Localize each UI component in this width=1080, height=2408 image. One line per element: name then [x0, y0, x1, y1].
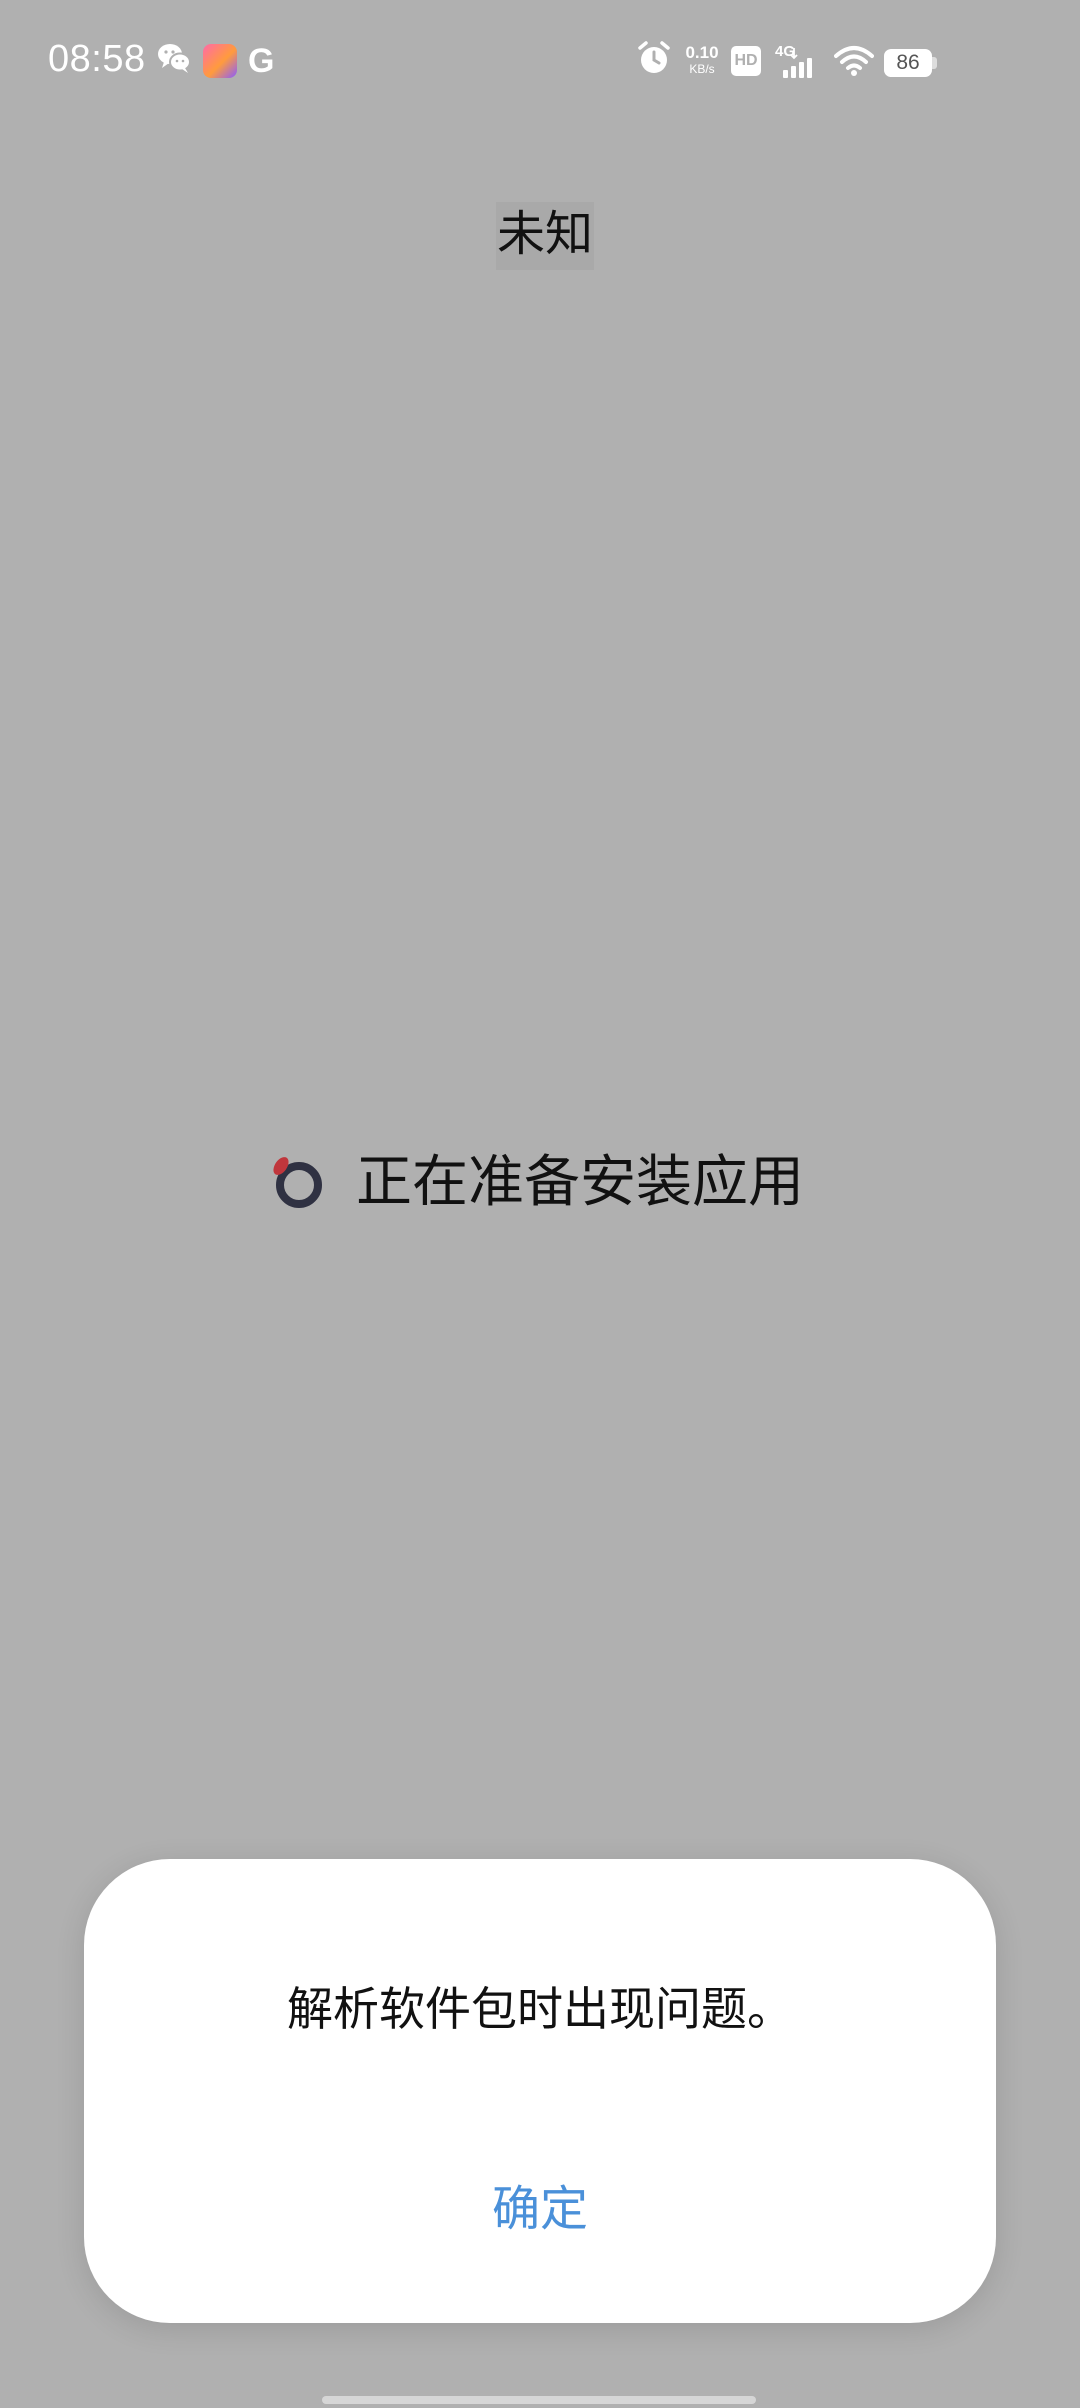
network-speed-unit: KB/s [689, 62, 715, 76]
install-progress: 正在准备安装应用 [266, 1148, 804, 1218]
progress-text: 正在准备安装应用 [356, 1150, 804, 1215]
network-type-label: 4G [775, 43, 795, 60]
battery-level: 86 [884, 49, 932, 77]
dialog-message: 解析软件包时出现问题。 [287, 1982, 793, 2036]
wifi-icon [834, 46, 874, 76]
home-indicator[interactable] [322, 2396, 756, 2404]
status-bar: 08:58 G 0.10 KB/s HD 4G 86 [0, 0, 1080, 130]
alarm-icon [638, 41, 670, 73]
app-title: 未知 [496, 202, 595, 270]
network-speed: 0.10 KB/s [682, 44, 722, 75]
app-notification-icon [203, 44, 237, 78]
battery-tip [932, 57, 937, 69]
loading-spinner-icon [273, 1157, 322, 1208]
error-dialog: 解析软件包时出现问题。 确定 [84, 1859, 996, 2323]
status-time: 08:58 [48, 38, 146, 80]
confirm-button[interactable]: 确定 [440, 2169, 640, 2249]
google-icon: G [248, 42, 275, 80]
hd-icon: HD [731, 46, 761, 76]
network-speed-value: 0.10 [685, 43, 719, 62]
battery-icon: 86 [884, 49, 937, 77]
signal-icon: 4G [775, 43, 812, 78]
wechat-icon [158, 44, 191, 73]
